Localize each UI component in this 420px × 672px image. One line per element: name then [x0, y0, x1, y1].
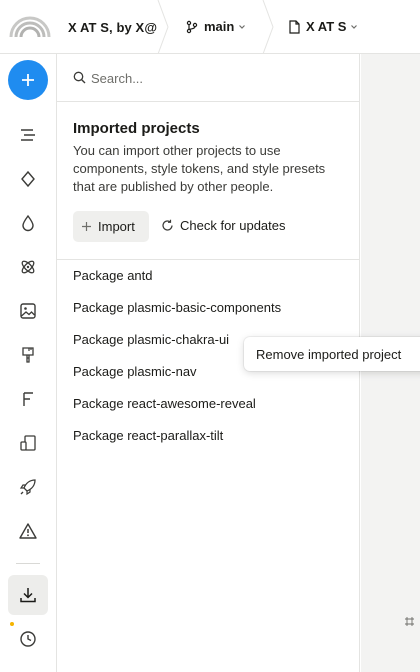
import-label: Import — [98, 219, 135, 234]
publish-tab[interactable] — [18, 477, 38, 497]
section-title: Imported projects — [73, 120, 200, 137]
search-input[interactable] — [91, 68, 341, 88]
clock-icon — [20, 631, 36, 647]
rocket-icon — [19, 479, 36, 496]
divider — [57, 259, 359, 260]
images-tab[interactable] — [18, 301, 38, 321]
warning-icon — [19, 523, 37, 539]
fonts-tab[interactable] — [18, 389, 38, 409]
font-icon — [23, 392, 33, 406]
image-icon — [20, 303, 36, 319]
context-menu: Remove imported project — [244, 337, 420, 371]
page-selector[interactable]: X AT S — [288, 19, 358, 34]
add-button[interactable] — [8, 60, 48, 100]
branch-selector[interactable]: main — [185, 19, 246, 34]
plus-icon — [82, 222, 91, 231]
page-name: X AT S — [306, 19, 347, 34]
page-icon — [289, 19, 300, 34]
atom-icon — [21, 260, 35, 274]
breadcrumb-divider — [262, 0, 274, 54]
package-item[interactable]: Package antd — [73, 268, 281, 300]
app: X AT S, by X@ main X AT S Search... Impo… — [0, 0, 420, 672]
history-tab[interactable] — [18, 629, 38, 649]
check-updates-button[interactable]: Check for updates — [161, 218, 286, 233]
imports-tab[interactable] — [8, 575, 48, 615]
package-item[interactable]: Package plasmic-basic-components — [73, 300, 281, 332]
section-description: You can import other projects to use com… — [73, 143, 326, 194]
package-item[interactable]: Package react-parallax-tilt — [73, 428, 281, 460]
tokens-tab[interactable] — [18, 213, 38, 233]
devices-icon — [20, 435, 36, 451]
refresh-icon — [162, 219, 173, 231]
left-rail — [0, 54, 57, 672]
chevron-down-icon — [239, 24, 246, 29]
plus-icon — [22, 74, 34, 86]
outline-tab[interactable] — [18, 125, 38, 145]
chevron-down-icon — [351, 24, 358, 29]
warnings-tab[interactable] — [18, 521, 38, 541]
notification-dot — [10, 622, 14, 626]
paint-brush-icon — [22, 347, 34, 363]
frame-handle-icon — [405, 617, 414, 626]
check-updates-label: Check for updates — [180, 218, 286, 233]
download-icon — [20, 588, 36, 603]
components-tab[interactable] — [18, 169, 38, 189]
responsiveness-tab[interactable] — [18, 433, 38, 453]
project-title[interactable]: X AT S, by X@ — [68, 20, 157, 35]
plasmic-logo-icon[interactable] — [9, 13, 51, 39]
search-bar — [57, 54, 359, 102]
droplet-icon — [22, 214, 34, 232]
mixins-tab[interactable] — [18, 257, 38, 277]
package-item[interactable]: Package react-awesome-reveal — [73, 396, 281, 428]
breadcrumb-divider — [157, 0, 169, 54]
outline-icon — [21, 129, 35, 141]
git-branch-icon — [186, 20, 198, 33]
branch-name: main — [204, 19, 235, 34]
rail-divider — [16, 563, 40, 564]
remove-imported-project-item[interactable]: Remove imported project — [256, 347, 401, 362]
styles-tab[interactable] — [18, 345, 38, 365]
import-button[interactable]: Import — [73, 211, 149, 242]
search-icon — [73, 71, 86, 84]
top-bar: X AT S, by X@ main X AT S — [0, 0, 420, 54]
components-icon — [21, 170, 35, 188]
